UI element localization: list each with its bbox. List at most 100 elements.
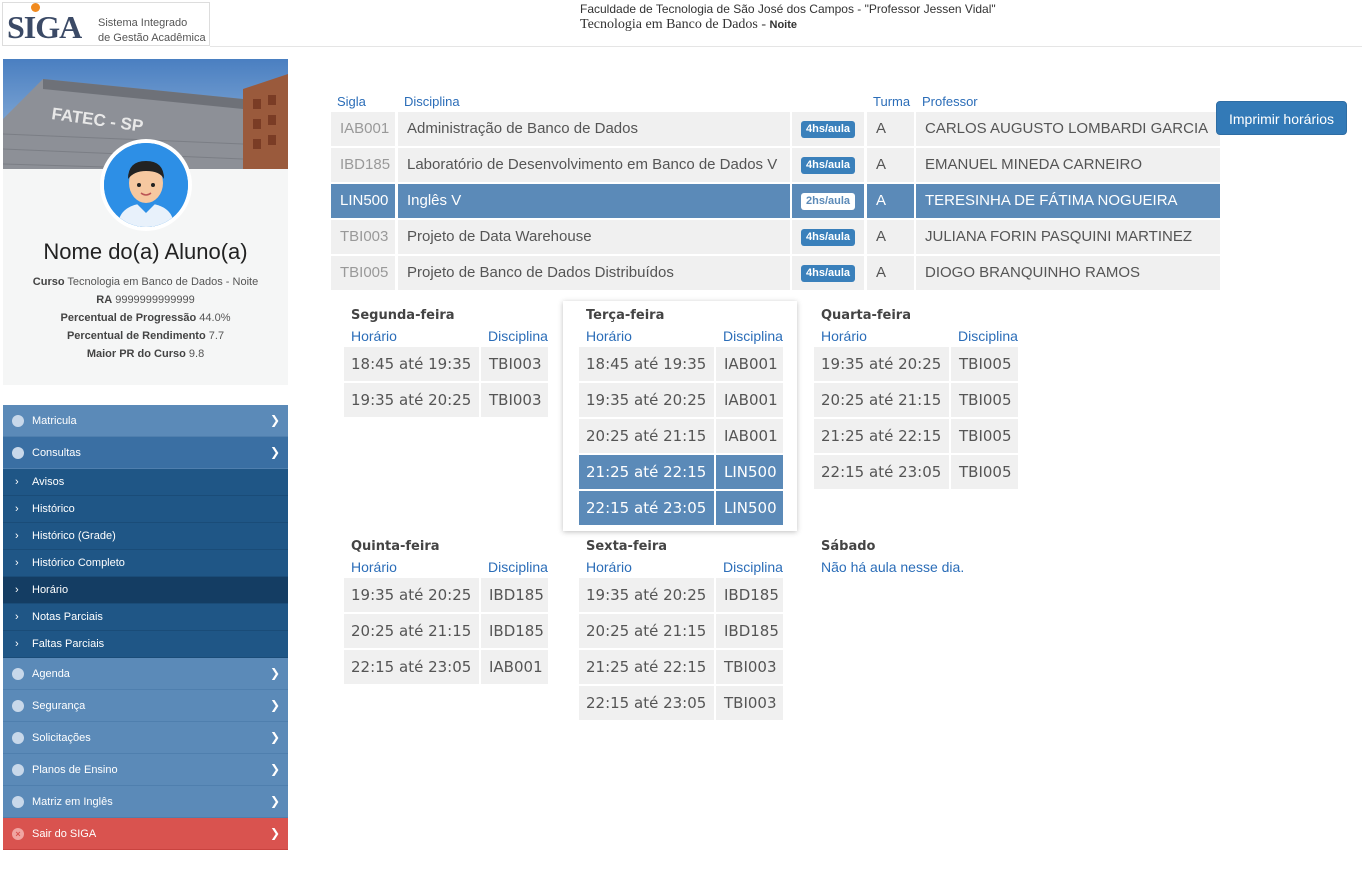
cell-sigla: TBI003 xyxy=(331,220,395,254)
day-title: Quarta-feira xyxy=(821,308,911,323)
day-block: Terça-feira Horário Disciplina 18:45 até 19… xyxy=(563,301,797,531)
col-header-disciplina: Disciplina xyxy=(723,328,783,344)
menu-matricula[interactable]: Matricula ❯ xyxy=(3,405,288,437)
menu-seguranca[interactable]: Segurança ❯ xyxy=(3,690,288,722)
maxpr-row: Maior PR do Curso 9.8 xyxy=(3,345,288,363)
day-title: Terça-feira xyxy=(586,308,665,323)
chevron-right-icon: › xyxy=(15,557,19,569)
schedule-slot[interactable]: 19:35 até 20:25 IBD185 xyxy=(579,578,783,612)
slot-subject-code: TBI003 xyxy=(481,383,548,417)
ra-row: RA 9999999999999 xyxy=(3,291,288,309)
schedule-slot[interactable]: 18:45 até 19:35 IAB001 xyxy=(579,347,783,381)
student-name: Nome do(a) Aluno(a) xyxy=(43,239,248,264)
schedule-slot[interactable]: 19:35 até 20:25 TBI005 xyxy=(814,347,1018,381)
schedule-slot[interactable]: 22:15 até 23:05 IAB001 xyxy=(344,650,548,684)
close-circle-icon: × xyxy=(12,828,24,840)
maxpr-row-label: Maior PR do Curso xyxy=(86,348,186,360)
sidebar-menu: Matricula ❯ Consultas ❯ › Avisos › Histórico… xyxy=(3,405,288,850)
menu-matriz-em-ingles-label: Matriz em Inglês xyxy=(32,796,113,808)
slot-time: 22:15 até 23:05 xyxy=(814,455,949,489)
menu-planos-de-ensino[interactable]: Planos de Ensino ❯ xyxy=(3,754,288,786)
schedule-slot[interactable]: 20:25 até 21:15 IBD185 xyxy=(579,614,783,648)
circle-icon xyxy=(12,415,24,427)
chevron-right-icon: › xyxy=(15,476,19,488)
menu-solicitacoes[interactable]: Solicitações ❯ xyxy=(3,722,288,754)
col-header-disciplina: Disciplina xyxy=(488,559,548,575)
col-header-horario: Horário xyxy=(821,328,867,344)
day-block: Quarta-feira Horário Disciplina 19:35 até 2… xyxy=(814,302,1036,492)
menu-agenda[interactable]: Agenda ❯ xyxy=(3,658,288,690)
chevron-down-icon: ❯ xyxy=(269,413,280,427)
schedule-slot[interactable]: 21:25 até 22:15 TBI003 xyxy=(579,650,783,684)
submenu-avisos[interactable]: › Avisos xyxy=(3,469,288,496)
schedule-slot[interactable]: 20:25 até 21:15 IBD185 xyxy=(344,614,548,648)
workload-badge: 4hs/aula xyxy=(801,156,856,174)
submenu-horario-label: Horário xyxy=(32,584,69,596)
chevron-down-icon: ❯ xyxy=(269,445,280,459)
schedule-slot[interactable]: 18:45 até 19:35 TBI003 xyxy=(344,347,548,381)
slot-subject-code: LIN500 xyxy=(716,455,783,489)
schedule-slot[interactable]: 22:15 até 23:05 LIN500 xyxy=(579,491,783,525)
schedule-slot[interactable]: 19:35 até 20:25 IAB001 xyxy=(579,383,783,417)
slot-time: 20:25 até 21:15 xyxy=(814,383,949,417)
menu-matriz-em-ingles[interactable]: Matriz em Inglês ❯ xyxy=(3,786,288,818)
slot-time: 20:25 até 21:15 xyxy=(579,614,714,648)
submenu-notas-parciais[interactable]: › Notas Parciais xyxy=(3,604,288,631)
cell-professor: JULIANA FORIN PASQUINI MARTINEZ xyxy=(916,220,1220,254)
schedule-slot[interactable]: 19:35 até 20:25 IBD185 xyxy=(344,578,548,612)
col-header-disciplina: Disciplina xyxy=(958,328,1018,344)
menu-consultas-label: Consultas xyxy=(32,447,81,459)
schedule-slot[interactable]: 20:25 até 21:15 TBI005 xyxy=(814,383,1018,417)
slot-subject-code: TBI005 xyxy=(951,455,1018,489)
menu-agenda-label: Agenda xyxy=(32,668,70,680)
cell-professor: DIOGO BRANQUINHO RAMOS xyxy=(916,256,1220,290)
menu-solicitacoes-label: Solicitações xyxy=(32,732,91,744)
slot-time: 20:25 até 21:15 xyxy=(344,614,479,648)
slot-time: 18:45 até 19:35 xyxy=(344,347,479,381)
slot-time: 20:25 até 21:15 xyxy=(579,419,714,453)
cell-professor: TERESINHA DE FÁTIMA NOGUEIRA xyxy=(916,184,1220,218)
schedule-slot[interactable]: 20:25 até 21:15 IAB001 xyxy=(579,419,783,453)
slot-subject-code: TBI003 xyxy=(481,347,548,381)
slot-time: 21:25 até 22:15 xyxy=(579,455,714,489)
siga-logo[interactable]: SIGA Sistema Integrado de Gestão Acadêmi… xyxy=(2,2,210,46)
submenu-faltas-parciais[interactable]: › Faltas Parciais xyxy=(3,631,288,658)
schedule-slot[interactable]: 22:15 até 23:05 TBI003 xyxy=(579,686,783,720)
slot-time: 22:15 até 23:05 xyxy=(344,650,479,684)
print-schedule-button[interactable]: Imprimir horários xyxy=(1216,101,1347,135)
maxpr-row-value: 9.8 xyxy=(188,348,205,360)
course-row-label: Curso xyxy=(32,276,65,288)
day-title: Segunda-feira xyxy=(351,308,455,323)
submenu-horario[interactable]: › Horário xyxy=(3,577,288,604)
student-info: Curso Tecnologia em Banco de Dados - Noi… xyxy=(3,273,288,363)
chevron-down-icon: ❯ xyxy=(269,730,280,744)
cell-disciplina: Administração de Banco de Dados xyxy=(398,112,790,146)
menu-planos-de-ensino-label: Planos de Ensino xyxy=(32,764,118,776)
cell-disciplina: Projeto de Banco de Dados Distribuídos xyxy=(398,256,790,290)
menu-matricula-label: Matricula xyxy=(32,415,77,427)
cell-professor: EMANUEL MINEDA CARNEIRO xyxy=(916,148,1220,182)
day-title: Sexta-feira xyxy=(586,539,668,554)
course-label: Tecnologia em Banco de Dados - xyxy=(580,17,767,32)
cell-turma: A xyxy=(867,148,914,182)
no-class-message: Não há aula nesse dia. xyxy=(821,559,965,575)
day-title: Quinta-feira xyxy=(351,539,440,554)
schedule-slot[interactable]: 19:35 até 20:25 TBI003 xyxy=(344,383,548,417)
menu-consultas[interactable]: Consultas ❯ xyxy=(3,437,288,469)
submenu-historico-completo[interactable]: › Histórico Completo xyxy=(3,550,288,577)
chevron-right-icon: › xyxy=(15,611,19,623)
menu-sair[interactable]: × Sair do SIGA ❯ xyxy=(3,818,288,850)
schedule-slot[interactable]: 21:25 até 22:15 LIN500 xyxy=(579,455,783,489)
submenu-historico-grade[interactable]: › Histórico (Grade) xyxy=(3,523,288,550)
logo-line-1: Sistema Integrado xyxy=(98,17,188,29)
submenu-historico[interactable]: › Histórico xyxy=(3,496,288,523)
slot-subject-code: IBD185 xyxy=(481,614,548,648)
shift-label: Noite xyxy=(769,19,798,31)
avatar xyxy=(100,139,192,231)
schedule-slot[interactable]: 22:15 até 23:05 TBI005 xyxy=(814,455,1018,489)
col-header-turma: Turma xyxy=(873,94,911,109)
schedule-slot[interactable]: 21:25 até 22:15 TBI005 xyxy=(814,419,1018,453)
circle-icon xyxy=(12,668,24,680)
slot-time: 18:45 até 19:35 xyxy=(579,347,714,381)
slot-subject-code: IBD185 xyxy=(481,578,548,612)
